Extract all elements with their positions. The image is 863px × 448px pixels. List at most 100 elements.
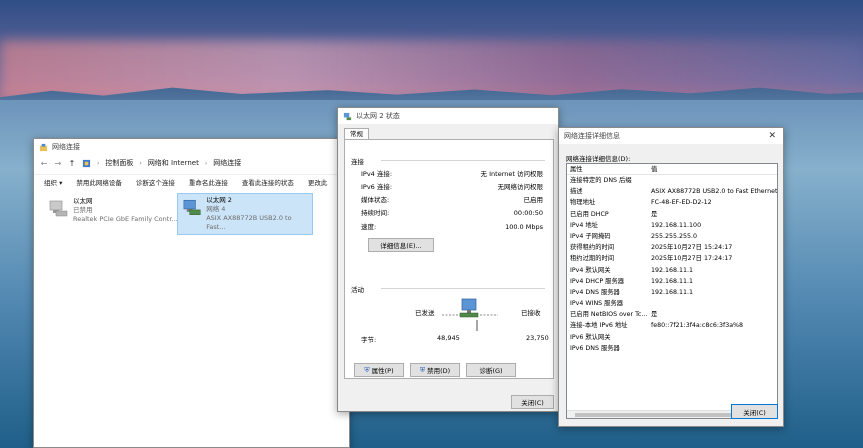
row-label: 媒体状态:	[361, 196, 390, 204]
forward-arrow-icon[interactable]: →	[54, 159, 62, 168]
breadcrumb-chevron-icon: ›	[139, 159, 142, 167]
value-cell	[651, 298, 777, 309]
property-cell: 租约过期的时间	[570, 255, 615, 263]
property-column-header[interactable]: 属性	[567, 164, 651, 174]
list-item[interactable]: 描述 ASIX AX88772B USB2.0 to Fast Ethernet	[567, 186, 777, 197]
status-close-button[interactable]: 关闭(C)	[511, 395, 554, 409]
value-cell: 255.255.255.0	[651, 232, 698, 240]
value-cell: 2025年10月27日 15:24:17	[651, 244, 733, 252]
disable-button[interactable]: ⛨ 禁用(D)	[410, 363, 460, 377]
property-cell: IPv6 默认网关	[570, 333, 611, 341]
row-label: IPv6 连接:	[361, 183, 393, 191]
details-close-button[interactable]: 关闭(C)	[731, 404, 778, 419]
list-item[interactable]: 物理地址 FC-48-EF-ED-D2-12	[567, 197, 777, 208]
diagnose-button[interactable]: 诊断(G)	[466, 363, 516, 377]
adapter-device: Realtek PCIe GbE Family Contr...	[73, 215, 178, 223]
control-panel-icon	[82, 159, 91, 167]
dialog-title: 以太网 2 状态	[356, 112, 400, 120]
value-cell	[651, 343, 777, 354]
back-arrow-icon[interactable]: ←	[40, 159, 48, 168]
value-cell: 192.168.11.1	[651, 266, 694, 274]
property-cell: 物理地址	[570, 199, 596, 207]
network-connections-window: 网络连接 ← → ↑ › 控制面板 › 网络和 Internet › 网络连接 …	[33, 138, 350, 448]
list-item[interactable]: 租约过期的时间 2025年10月27日 17:24:17	[567, 253, 777, 264]
up-arrow-icon[interactable]: ↑	[68, 159, 76, 168]
list-item[interactable]: IPv4 地址 192.168.11.100	[567, 220, 777, 231]
row-label: 持续时间:	[361, 209, 390, 217]
adapter-name: 以太网	[73, 197, 93, 205]
change-settings-button[interactable]: 更改此	[308, 177, 328, 187]
ipv4-connectivity-row: IPv4 连接: 无 Internet 访问权限	[361, 169, 543, 179]
property-cell: IPv4 DNS 服务器	[570, 288, 620, 296]
list-item[interactable]: IPv6 DNS 服务器	[567, 343, 777, 354]
breadcrumb-chevron-icon: ›	[204, 159, 208, 167]
details-button[interactable]: 详细信息(E)...	[368, 238, 434, 252]
list-item[interactable]: 已启用 DHCP 是	[567, 209, 777, 220]
breadcrumb-item[interactable]: 网络连接	[213, 158, 241, 168]
details-list[interactable]: 属性 值 连接特定的 DNS 后缀 描述 ASIX AX88772B USB2.0 …	[566, 163, 778, 419]
value-cell: 是	[651, 311, 658, 319]
adapter-ethernet-2[interactable]: 以太网 2 网络 4 ASIX AX88772B USB2.0 to Fast.…	[177, 193, 313, 235]
list-item[interactable]: 已启用 NetBIOS over Tc... 是	[567, 309, 777, 320]
list-item[interactable]: 连接-本地 IPv6 地址 fe80::7f21:3f4a:c8c6:3f3a%8	[567, 320, 777, 331]
network-adapter-icon	[183, 199, 201, 215]
value-cell	[651, 332, 777, 343]
value-cell: 是	[651, 210, 658, 218]
sent-label: 已发送	[415, 309, 435, 317]
list-item[interactable]: 获得租约的时间 2025年10月27日 15:24:17	[567, 242, 777, 253]
list-item[interactable]: IPv4 DHCP 服务器 192.168.11.1	[567, 276, 777, 287]
diagnose-connection-button[interactable]: 诊断这个连接	[136, 177, 175, 187]
close-icon[interactable]: ✕	[768, 131, 776, 141]
adapter-name: 以太网 2	[206, 196, 232, 204]
property-cell: 已启用 NetBIOS over Tc...	[570, 311, 648, 319]
row-value: 无 Internet 访问权限	[480, 170, 543, 178]
list-item[interactable]: IPv6 默认网关	[567, 332, 777, 343]
property-cell: IPv4 DHCP 服务器	[570, 277, 625, 285]
network-activity-icon	[442, 298, 498, 331]
speed-row: 速度: 100.0 Mbps	[361, 222, 543, 232]
scrollbar-thumb[interactable]	[575, 413, 747, 417]
list-item[interactable]: IPv4 默认网关 192.168.11.1	[567, 265, 777, 276]
breadcrumb-item[interactable]: 网络和 Internet	[148, 158, 199, 168]
network-status-icon	[343, 112, 352, 120]
list-item[interactable]: IPv4 DNS 服务器 192.168.11.1	[567, 287, 777, 298]
row-value: 已启用	[523, 196, 544, 204]
value-cell	[651, 175, 777, 186]
property-cell: 连接-本地 IPv6 地址	[570, 322, 628, 330]
address-bar[interactable]: ← → ↑ › 控制面板 › 网络和 Internet › 网络连接	[34, 155, 349, 171]
details-titlebar[interactable]: 网络连接详细信息	[559, 128, 783, 144]
properties-button[interactable]: ⛨ 属性(P)	[354, 363, 404, 377]
list-item[interactable]: IPv4 子网掩码 255.255.255.0	[567, 231, 777, 242]
row-label: 速度:	[361, 223, 377, 231]
general-panel: 连接 IPv4 连接: 无 Internet 访问权限 IPv6 连接: 无网络访问…	[344, 139, 554, 379]
value-cell: fe80::7f21:3f4a:c8c6:3f3a%8	[651, 322, 744, 330]
disable-device-button[interactable]: 禁用此网络设备	[76, 177, 122, 187]
adapter-device: ASIX AX88772B USB2.0 to Fast...	[206, 214, 292, 231]
property-cell: IPv4 地址	[570, 221, 598, 229]
property-cell: 描述	[570, 188, 583, 196]
status-titlebar[interactable]: 以太网 2 状态	[338, 108, 558, 124]
divider	[381, 288, 545, 289]
explorer-titlebar[interactable]: 网络连接	[34, 139, 349, 155]
row-label: IPv4 连接:	[361, 170, 393, 178]
window-title: 网络连接	[52, 143, 80, 151]
adapter-ethernet[interactable]: 以太网 已禁用 Realtek PCIe GbE Family Contr...	[44, 195, 189, 226]
rename-connection-button[interactable]: 重命名此连接	[189, 177, 228, 187]
breadcrumb-item[interactable]: 控制面板	[105, 158, 133, 168]
view-status-button[interactable]: 查看此连接的状态	[242, 177, 294, 187]
row-value: 无网络访问权限	[497, 183, 544, 191]
organize-menu[interactable]: 组织 ▾	[44, 177, 62, 187]
adapter-status: 已禁用	[73, 206, 93, 214]
list-item[interactable]: 连接特定的 DNS 后缀	[567, 175, 777, 186]
property-cell: IPv4 WINS 服务器	[570, 300, 624, 308]
shield-icon: ⛨	[419, 365, 426, 374]
value-cell: FC-48-EF-ED-D2-12	[651, 199, 712, 207]
activity-group-label: 活动	[351, 286, 364, 294]
list-item[interactable]: IPv4 WINS 服务器	[567, 298, 777, 309]
button-label: 属性(P)	[371, 367, 394, 375]
list-body: 连接特定的 DNS 后缀 描述 ASIX AX88772B USB2.0 to Fa…	[567, 175, 777, 354]
bytes-received: 23,750	[526, 334, 549, 342]
bytes-sent: 48,945	[437, 334, 460, 342]
list-header: 属性 值	[567, 164, 777, 175]
value-column-header[interactable]: 值	[651, 164, 777, 174]
